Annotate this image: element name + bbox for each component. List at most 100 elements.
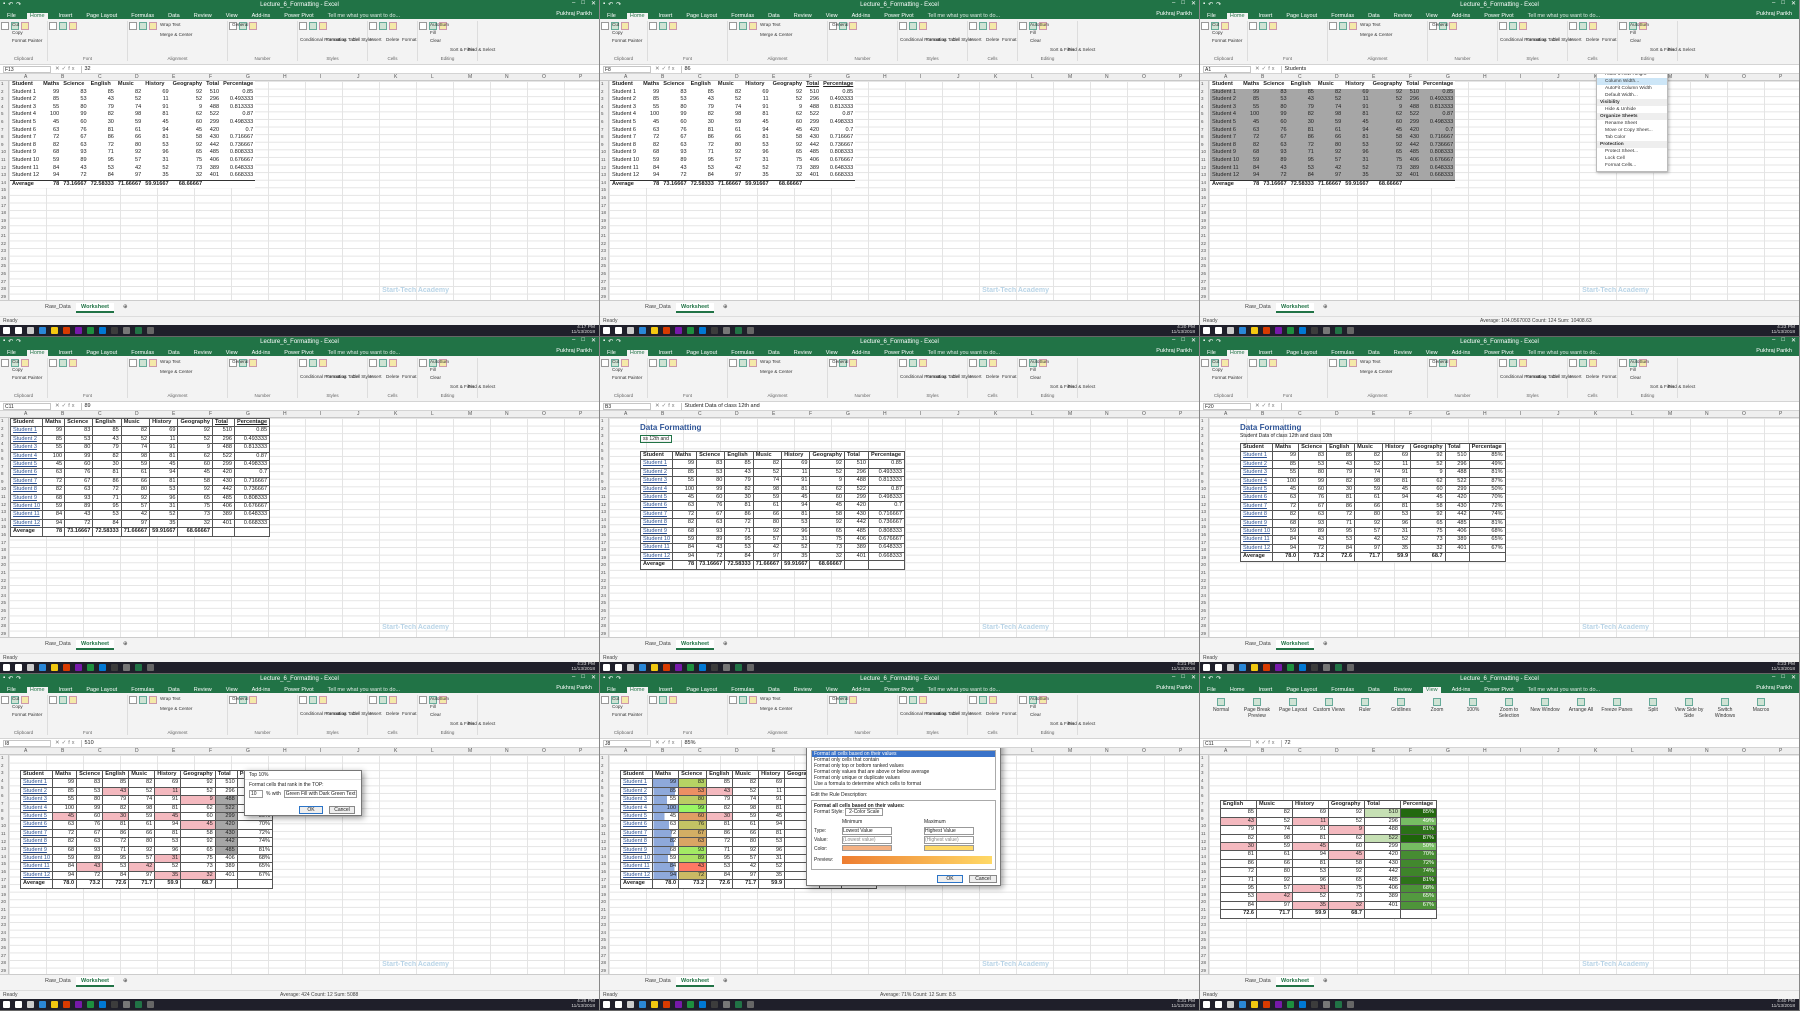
taskbar-app-icon[interactable] bbox=[75, 664, 82, 671]
copy-button[interactable]: Copy bbox=[12, 30, 23, 35]
score-cell[interactable]: 82 bbox=[116, 89, 143, 97]
column-headers[interactable]: ABCDEFGHIJKLMNOP bbox=[600, 411, 1199, 418]
column-header-J[interactable]: J bbox=[357, 74, 360, 80]
student-name-cell[interactable]: Student 9 bbox=[1239, 518, 1274, 529]
score-cell[interactable]: 57 bbox=[120, 502, 151, 512]
empty-cell[interactable] bbox=[1364, 909, 1401, 919]
score-cell[interactable]: 63 bbox=[41, 127, 61, 135]
student-data-table[interactable]: Student Maths Science English Music History Ge… bbox=[639, 450, 905, 570]
column-header-P[interactable]: P bbox=[1179, 748, 1182, 754]
score-cell[interactable]: 0.808333 bbox=[821, 149, 855, 157]
row-header[interactable]: 19 bbox=[601, 218, 606, 223]
ok-button[interactable]: OK bbox=[299, 806, 323, 814]
min-type-select[interactable]: Lowest Value bbox=[842, 827, 892, 835]
score-cell[interactable]: 63 bbox=[1261, 141, 1289, 150]
ribbon-icon[interactable] bbox=[1329, 359, 1337, 367]
maximize-icon[interactable]: □ bbox=[1181, 337, 1185, 344]
fx-icon[interactable]: ✕✓fx bbox=[655, 66, 677, 72]
score-cell[interactable]: 71 bbox=[706, 845, 734, 856]
score-cell[interactable]: 55 bbox=[52, 795, 78, 805]
sheet-tab-worksheet[interactable]: Worksheet bbox=[76, 303, 115, 313]
score-cell[interactable]: 401 bbox=[211, 518, 235, 529]
view-page-break-button[interactable]: Page Break Preview bbox=[1240, 697, 1274, 719]
column-header-A[interactable]: A bbox=[24, 74, 27, 80]
ribbon-icon[interactable] bbox=[621, 359, 629, 367]
score-cell[interactable]: 0.7 bbox=[221, 127, 255, 135]
column-headers[interactable]: ABCDEFGHIJKLMNOP bbox=[0, 74, 599, 81]
score-cell[interactable]: 9 bbox=[171, 104, 205, 112]
row-header[interactable]: 24 bbox=[1201, 256, 1206, 261]
student-name-cell[interactable]: Student 10 bbox=[1239, 527, 1274, 537]
score-cell[interactable]: 55 bbox=[1241, 103, 1262, 112]
column-header-O[interactable]: O bbox=[1142, 74, 1146, 80]
column-header-J[interactable]: J bbox=[357, 748, 360, 754]
student-name-cell[interactable]: Student 4 bbox=[1210, 111, 1242, 119]
score-cell[interactable]: 81 bbox=[781, 509, 811, 520]
new-formatting-rule-dialog[interactable]: New Formatting RuleSelect a Rule Type:Fo… bbox=[806, 748, 1001, 886]
empty-cell[interactable] bbox=[1421, 179, 1456, 188]
empty-cell[interactable] bbox=[233, 527, 271, 537]
ribbon-icon[interactable] bbox=[139, 22, 147, 30]
row-header[interactable]: 21 bbox=[1201, 233, 1206, 238]
row-header[interactable]: 14 bbox=[601, 517, 606, 522]
column-header-cell[interactable]: Geography bbox=[1410, 442, 1446, 453]
row-header[interactable]: 1 bbox=[1201, 755, 1204, 760]
average-label[interactable]: Average bbox=[9, 527, 44, 537]
taskbar-app-icon[interactable] bbox=[735, 1001, 742, 1008]
row-header[interactable]: 4 bbox=[601, 104, 604, 109]
empty-cell[interactable] bbox=[821, 179, 856, 188]
column-header-P[interactable]: P bbox=[1779, 74, 1782, 80]
column-header-J[interactable]: J bbox=[957, 411, 960, 417]
row-header[interactable]: 11 bbox=[1201, 157, 1206, 162]
minimize-icon[interactable]: – bbox=[1172, 674, 1175, 681]
merge-button[interactable]: Merge & Center bbox=[160, 369, 192, 374]
empty-cell[interactable] bbox=[214, 879, 238, 889]
student-name-cell[interactable]: Student 6 bbox=[19, 820, 54, 830]
score-cell[interactable]: 406 bbox=[1364, 884, 1401, 894]
score-cell[interactable]: 389 bbox=[204, 165, 221, 173]
score-cell[interactable]: 82 bbox=[716, 89, 743, 97]
score-cell[interactable]: 52 bbox=[1343, 164, 1371, 173]
maximize-icon[interactable]: □ bbox=[1181, 0, 1185, 7]
row-header[interactable]: 24 bbox=[1201, 593, 1206, 598]
fill-button[interactable]: Fill bbox=[1030, 30, 1036, 35]
taskbar-app-icon[interactable] bbox=[687, 664, 694, 671]
formula-input[interactable]: 86 bbox=[680, 65, 1200, 73]
autosum-button[interactable]: AutoSum bbox=[1630, 22, 1649, 27]
score-cell[interactable]: 97 bbox=[128, 870, 156, 881]
row-header[interactable]: 16 bbox=[1, 195, 6, 200]
student-name-cell[interactable]: Student 12 bbox=[639, 551, 674, 562]
column-header-N[interactable]: N bbox=[1105, 74, 1109, 80]
taskbar-app-icon[interactable] bbox=[63, 1001, 70, 1008]
ribbon-icon[interactable] bbox=[919, 696, 927, 704]
score-cell[interactable]: 299 bbox=[804, 119, 821, 127]
student-name-cell[interactable]: Student 11 bbox=[10, 165, 41, 173]
ribbon-icon[interactable] bbox=[849, 359, 857, 367]
row-header[interactable]: 25 bbox=[601, 937, 606, 942]
score-cell[interactable]: 91 bbox=[1343, 103, 1371, 112]
row-header[interactable]: 24 bbox=[601, 256, 606, 261]
row-header[interactable]: 3 bbox=[601, 770, 604, 775]
row-header[interactable]: 17 bbox=[1201, 203, 1206, 208]
insert-button[interactable]: Insert bbox=[970, 374, 982, 379]
score-cell[interactable]: 71 bbox=[1220, 875, 1257, 886]
row-header[interactable]: 28 bbox=[1, 623, 6, 628]
score-cell[interactable]: 32 bbox=[1410, 543, 1446, 554]
row-header[interactable]: 10 bbox=[601, 486, 606, 491]
score-cell[interactable]: 401 bbox=[804, 172, 821, 180]
column-header-cell[interactable]: Music bbox=[1316, 81, 1343, 89]
score-cell[interactable]: 84 bbox=[1272, 535, 1300, 545]
score-cell[interactable]: 0.668333 bbox=[1421, 172, 1456, 181]
score-cell[interactable]: 68 bbox=[652, 845, 680, 856]
score-cell[interactable]: 81 bbox=[92, 468, 122, 478]
score-cell[interactable]: 299 bbox=[204, 119, 221, 127]
row-header[interactable]: 3 bbox=[1201, 770, 1204, 775]
row-header[interactable]: 2 bbox=[1, 89, 4, 94]
close-icon[interactable]: ✕ bbox=[1191, 674, 1196, 681]
score-cell[interactable]: 58 bbox=[171, 134, 205, 142]
taskbar-app-icon[interactable] bbox=[747, 664, 754, 671]
student-name-cell[interactable]: Student 10 bbox=[619, 854, 654, 864]
windows-start-icon[interactable] bbox=[3, 1001, 10, 1008]
score-cell[interactable]: 43 bbox=[102, 786, 130, 797]
score-cell[interactable]: 84 bbox=[52, 862, 78, 872]
